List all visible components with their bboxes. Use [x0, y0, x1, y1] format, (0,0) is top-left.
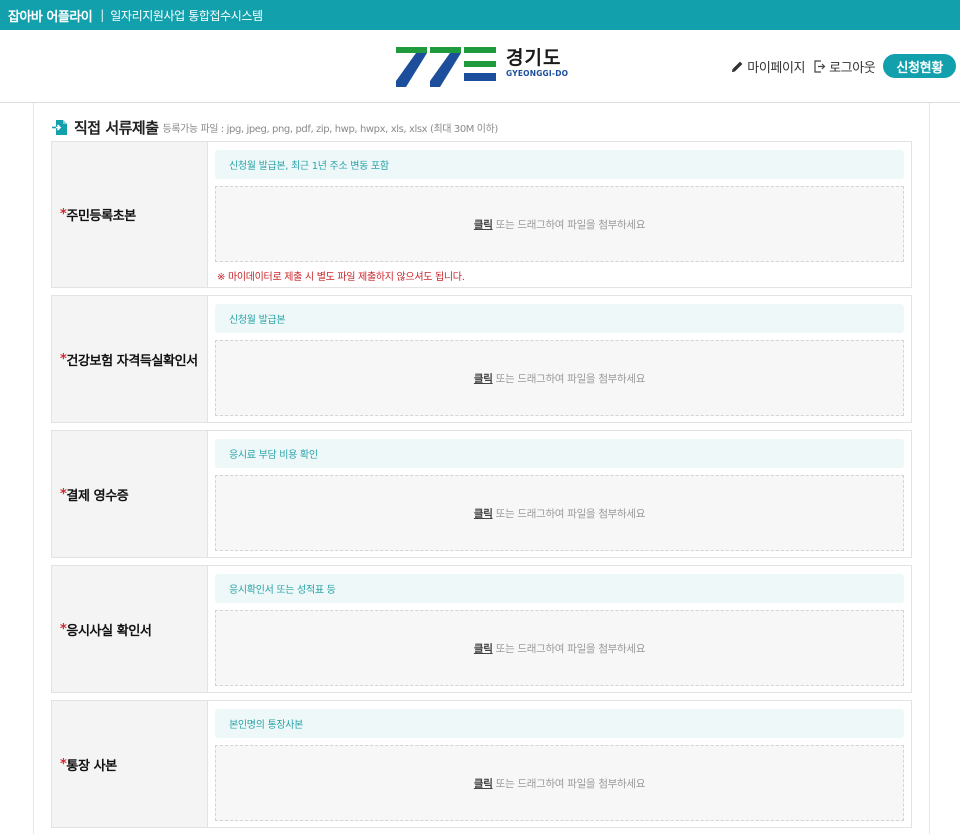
mydata-warning: ※ 마이데이터로 제출 시 별도 파일 제출하지 않으셔도 됩니다.	[217, 272, 465, 283]
click-to-upload-link[interactable]: 클릭	[474, 776, 493, 791]
logo-title: 경기도	[506, 47, 562, 69]
allowed-file-types: 등록가능 파일 : jpg, jpeg, png, pdf, zip, hwp,…	[162, 124, 499, 135]
gyeonggi-logo[interactable]: 경기도 GYEONGGI-DO	[396, 47, 571, 87]
top-bar: 잡아바 어플라이 | 일자리지원사업 통합접수시스템	[0, 0, 960, 30]
header: 경기도 GYEONGGI-DO 마이페이지 로그아웃 신청현황	[0, 30, 960, 103]
dropzone-instruction: 또는 드래그하여 파일을 첨부하세요	[495, 777, 646, 790]
dropzone-instruction: 또는 드래그하여 파일을 첨부하세요	[495, 372, 646, 385]
document-note: 응시료 부담 비용 확인	[215, 439, 904, 468]
document-row-resident-registration: * 주민등록초본 신청월 발급본, 최근 1년 주소 변동 포함 클릭 또는 드래…	[51, 141, 912, 288]
pencil-icon	[732, 61, 743, 72]
file-dropzone[interactable]: 클릭 또는 드래그하여 파일을 첨부하세요	[215, 610, 904, 686]
logout-label: 로그아웃	[829, 60, 876, 76]
file-dropzone[interactable]: 클릭 또는 드래그하여 파일을 첨부하세요	[215, 475, 904, 551]
document-label: * 응시사실 확인서	[52, 566, 208, 692]
document-label: * 주민등록초본	[52, 142, 208, 287]
document-name: 건강보험 자격득실확인서	[66, 353, 198, 369]
document-name: 통장 사본	[66, 758, 117, 774]
click-to-upload-link[interactable]: 클릭	[474, 641, 493, 656]
mypage-label: 마이페이지	[747, 60, 806, 76]
section-title: 직접 서류제출	[74, 119, 159, 137]
document-row-health-insurance: * 건강보험 자격득실확인서 신청월 발급본 클릭 또는 드래그하여 파일을 첨부…	[51, 295, 912, 423]
section-header: 직접 서류제출 등록가능 파일 : jpg, jpeg, png, pdf, z…	[52, 117, 498, 138]
dropzone-instruction: 또는 드래그하여 파일을 첨부하세요	[495, 642, 646, 655]
mypage-link[interactable]: 마이페이지	[731, 57, 806, 76]
document-label: * 통장 사본	[52, 701, 208, 827]
click-to-upload-link[interactable]: 클릭	[474, 506, 493, 521]
application-status-button[interactable]: 신청현황	[883, 54, 956, 78]
brand-name[interactable]: 잡아바 어플라이	[8, 6, 93, 25]
document-name: 결제 영수증	[66, 488, 129, 504]
file-dropzone[interactable]: 클릭 또는 드래그하여 파일을 첨부하세요	[215, 340, 904, 416]
content-border-right	[929, 103, 930, 834]
content-border-left	[33, 103, 34, 834]
dropzone-instruction: 또는 드래그하여 파일을 첨부하세요	[495, 507, 646, 520]
gyeonggi-logo-mark-icon	[396, 47, 496, 87]
document-label: * 결제 영수증	[52, 431, 208, 557]
click-to-upload-link[interactable]: 클릭	[474, 217, 493, 232]
document-row-bankbook-copy: * 통장 사본 본인명의 통장사본 클릭 또는 드래그하여 파일을 첨부하세요	[51, 700, 912, 828]
logout-icon	[814, 59, 826, 73]
logo-subtitle: GYEONGGI-DO	[506, 69, 569, 78]
system-name: 일자리지원사업 통합접수시스템	[110, 8, 263, 23]
user-menu: 마이페이지 로그아웃 신청현황	[731, 54, 956, 78]
document-note: 본인명의 통장사본	[215, 709, 904, 738]
document-name: 주민등록초본	[66, 209, 136, 224]
document-row-payment-receipt: * 결제 영수증 응시료 부담 비용 확인 클릭 또는 드래그하여 파일을 첨부하…	[51, 430, 912, 558]
file-upload-icon	[52, 120, 67, 135]
file-dropzone[interactable]: 클릭 또는 드래그하여 파일을 첨부하세요	[215, 745, 904, 821]
main-content: 직접 서류제출 등록가능 파일 : jpg, jpeg, png, pdf, z…	[0, 103, 960, 834]
brand-separator: |	[100, 8, 105, 22]
logout-link[interactable]: 로그아웃	[813, 57, 876, 76]
document-label: * 건강보험 자격득실확인서	[52, 296, 208, 422]
document-row-exam-certificate: * 응시사실 확인서 응시확인서 또는 성적표 등 클릭 또는 드래그하여 파일을…	[51, 565, 912, 693]
dropzone-instruction: 또는 드래그하여 파일을 첨부하세요	[495, 218, 646, 231]
document-note: 신청월 발급본, 최근 1년 주소 변동 포함	[215, 150, 904, 179]
document-note: 응시확인서 또는 성적표 등	[215, 574, 904, 603]
click-to-upload-link[interactable]: 클릭	[474, 371, 493, 386]
document-note: 신청월 발급본	[215, 304, 904, 333]
file-dropzone[interactable]: 클릭 또는 드래그하여 파일을 첨부하세요	[215, 186, 904, 262]
document-name: 응시사실 확인서	[66, 623, 152, 639]
